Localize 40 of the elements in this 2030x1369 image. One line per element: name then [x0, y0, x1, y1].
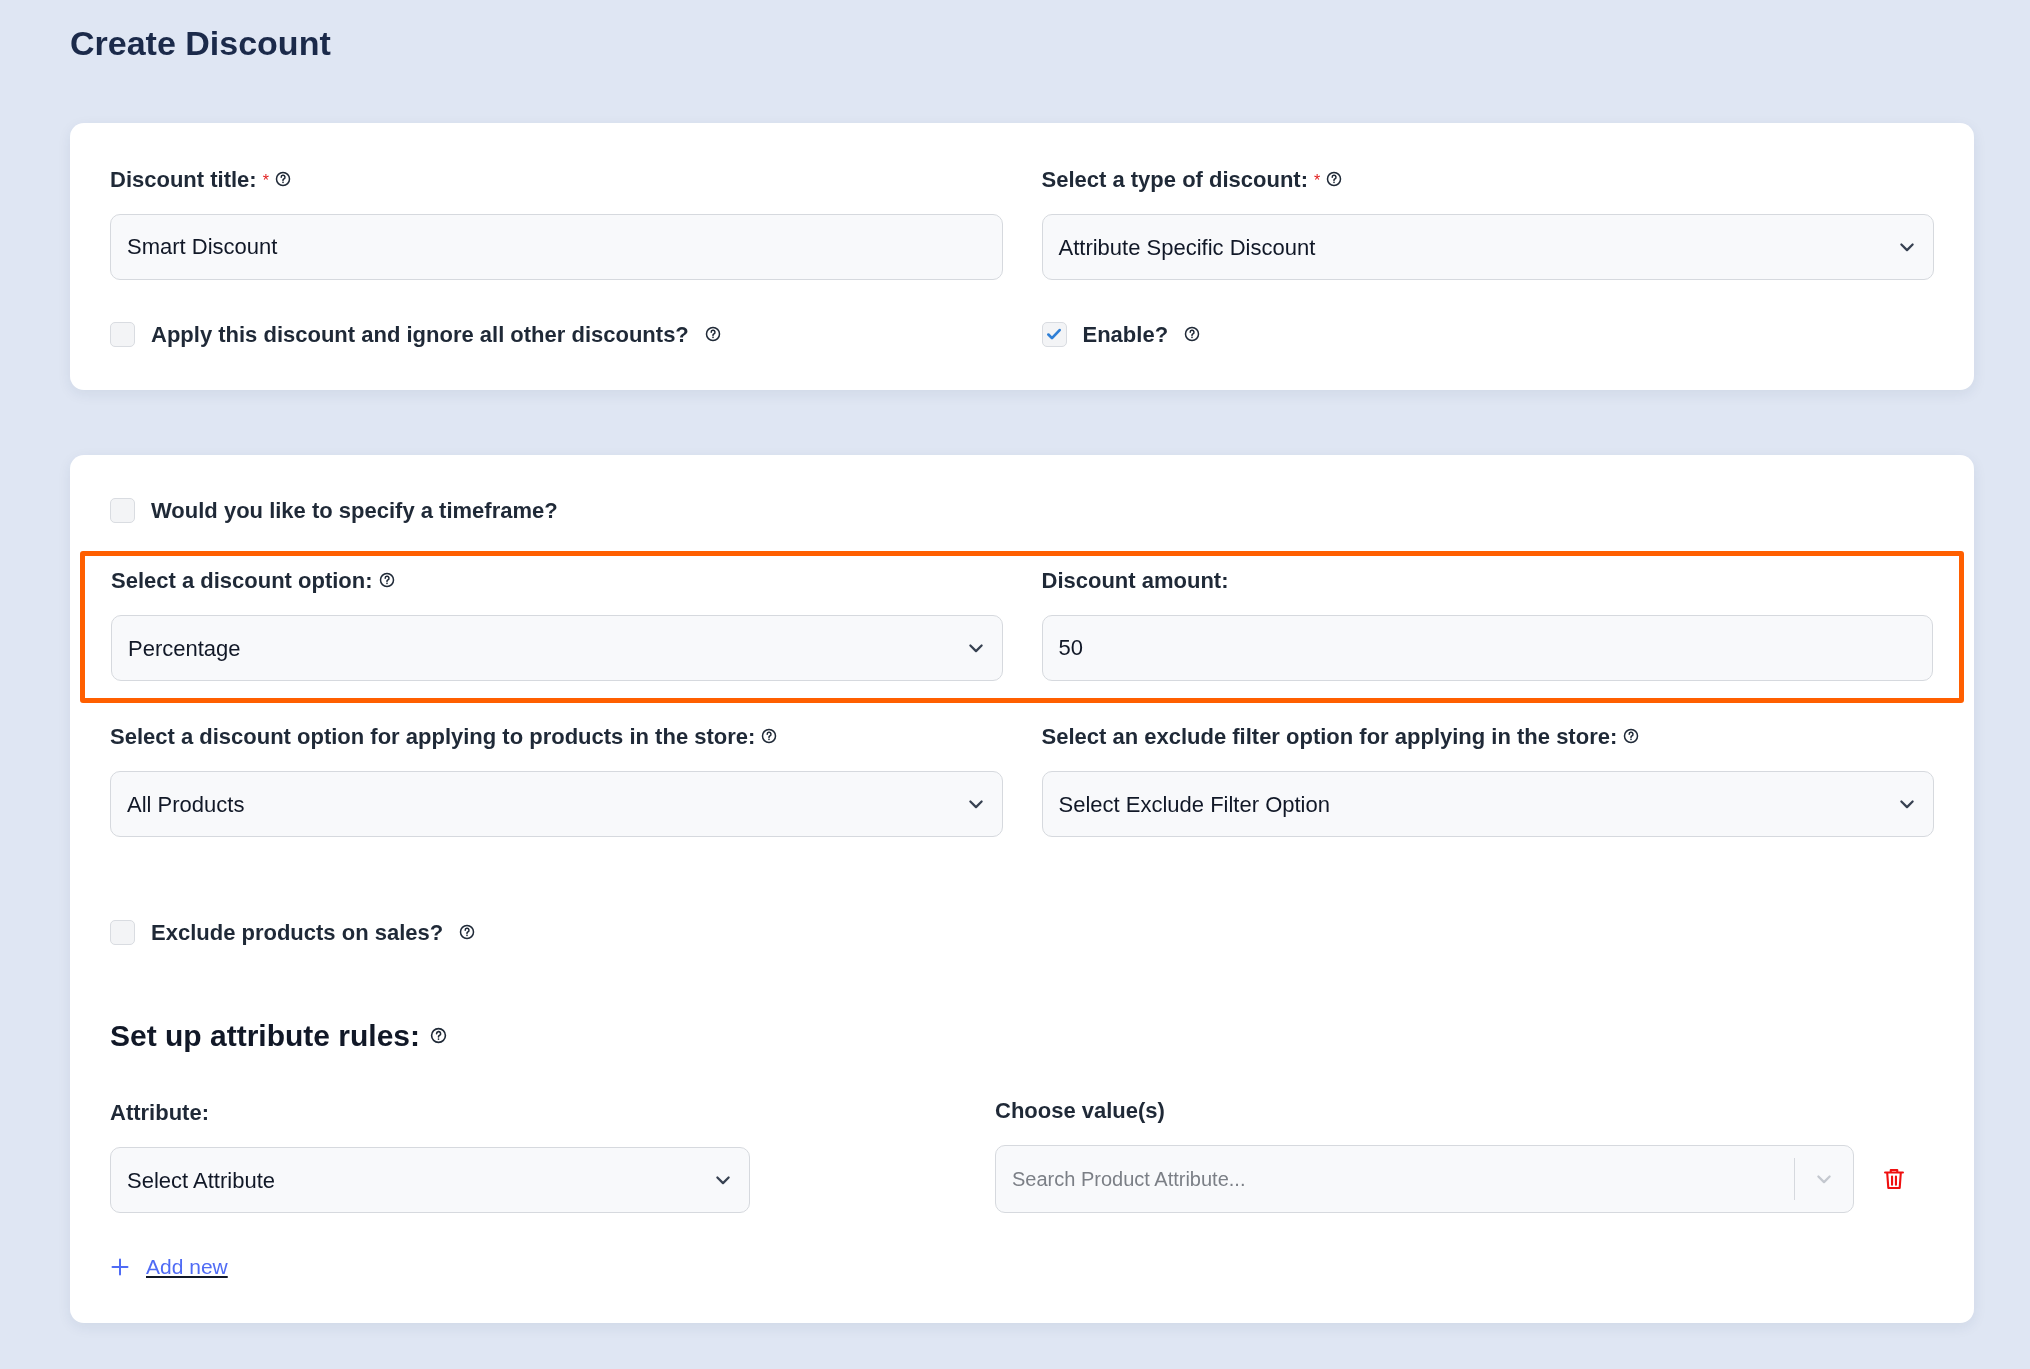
checkbox[interactable]	[1041, 321, 1067, 347]
field-label: Select a discount option for applying to products in the store:	[110, 722, 756, 751]
field-label: Select an exclude filter option for applying in the store:	[1041, 722, 1618, 751]
field-label: Discount amount:	[1041, 566, 1229, 595]
plus-icon[interactable]	[110, 1257, 130, 1277]
checkbox[interactable]	[110, 321, 135, 347]
help-icon[interactable]	[1184, 326, 1201, 342]
checkbox-label: Exclude products on sales?	[151, 918, 444, 947]
trash-icon[interactable]	[1881, 1166, 1907, 1192]
field-label: Select a type of discount:	[1041, 165, 1308, 194]
select-dropdown[interactable]: Select Attribute	[110, 1147, 750, 1213]
checkbox-label: Would you like to specify a timeframe?	[151, 496, 558, 525]
page-title: Create Discount	[70, 23, 332, 64]
select-dropdown[interactable]: Percentage	[111, 615, 1003, 681]
checkbox-label: Enable?	[1082, 320, 1169, 349]
help-icon[interactable]	[459, 924, 476, 940]
add-new-link[interactable]: Add new	[146, 1251, 228, 1283]
select-dropdown[interactable]: All Products	[110, 771, 1003, 837]
help-icon[interactable]	[378, 572, 395, 588]
select-dropdown[interactable]: Select Exclude Filter Option	[1041, 771, 1934, 837]
checkbox-label: Apply this discount and ignore all other discounts?	[151, 320, 689, 349]
text-field[interactable]: Smart Discount	[110, 214, 1003, 280]
field-label: Attribute:	[110, 1098, 209, 1127]
help-icon[interactable]	[761, 728, 778, 744]
search-select-field[interactable]: Search Product Attribute...	[995, 1145, 1854, 1213]
help-icon[interactable]	[1326, 171, 1343, 187]
required-mark: *	[262, 171, 269, 191]
text-field[interactable]: 50	[1041, 615, 1933, 681]
help-icon[interactable]	[430, 1026, 448, 1044]
field-label: Choose value(s)	[995, 1096, 1165, 1125]
field-label: Select a discount option:	[111, 566, 373, 595]
checkbox[interactable]	[110, 497, 135, 523]
required-mark: *	[1314, 171, 1321, 191]
help-icon[interactable]	[704, 326, 721, 342]
checkbox[interactable]	[110, 919, 135, 945]
help-icon[interactable]	[274, 171, 291, 187]
help-icon[interactable]	[1623, 728, 1640, 744]
field-label: Discount title:	[110, 165, 257, 194]
section-heading: Set up attribute rules:	[110, 1017, 421, 1054]
select-dropdown[interactable]: Attribute Specific Discount	[1041, 214, 1934, 280]
